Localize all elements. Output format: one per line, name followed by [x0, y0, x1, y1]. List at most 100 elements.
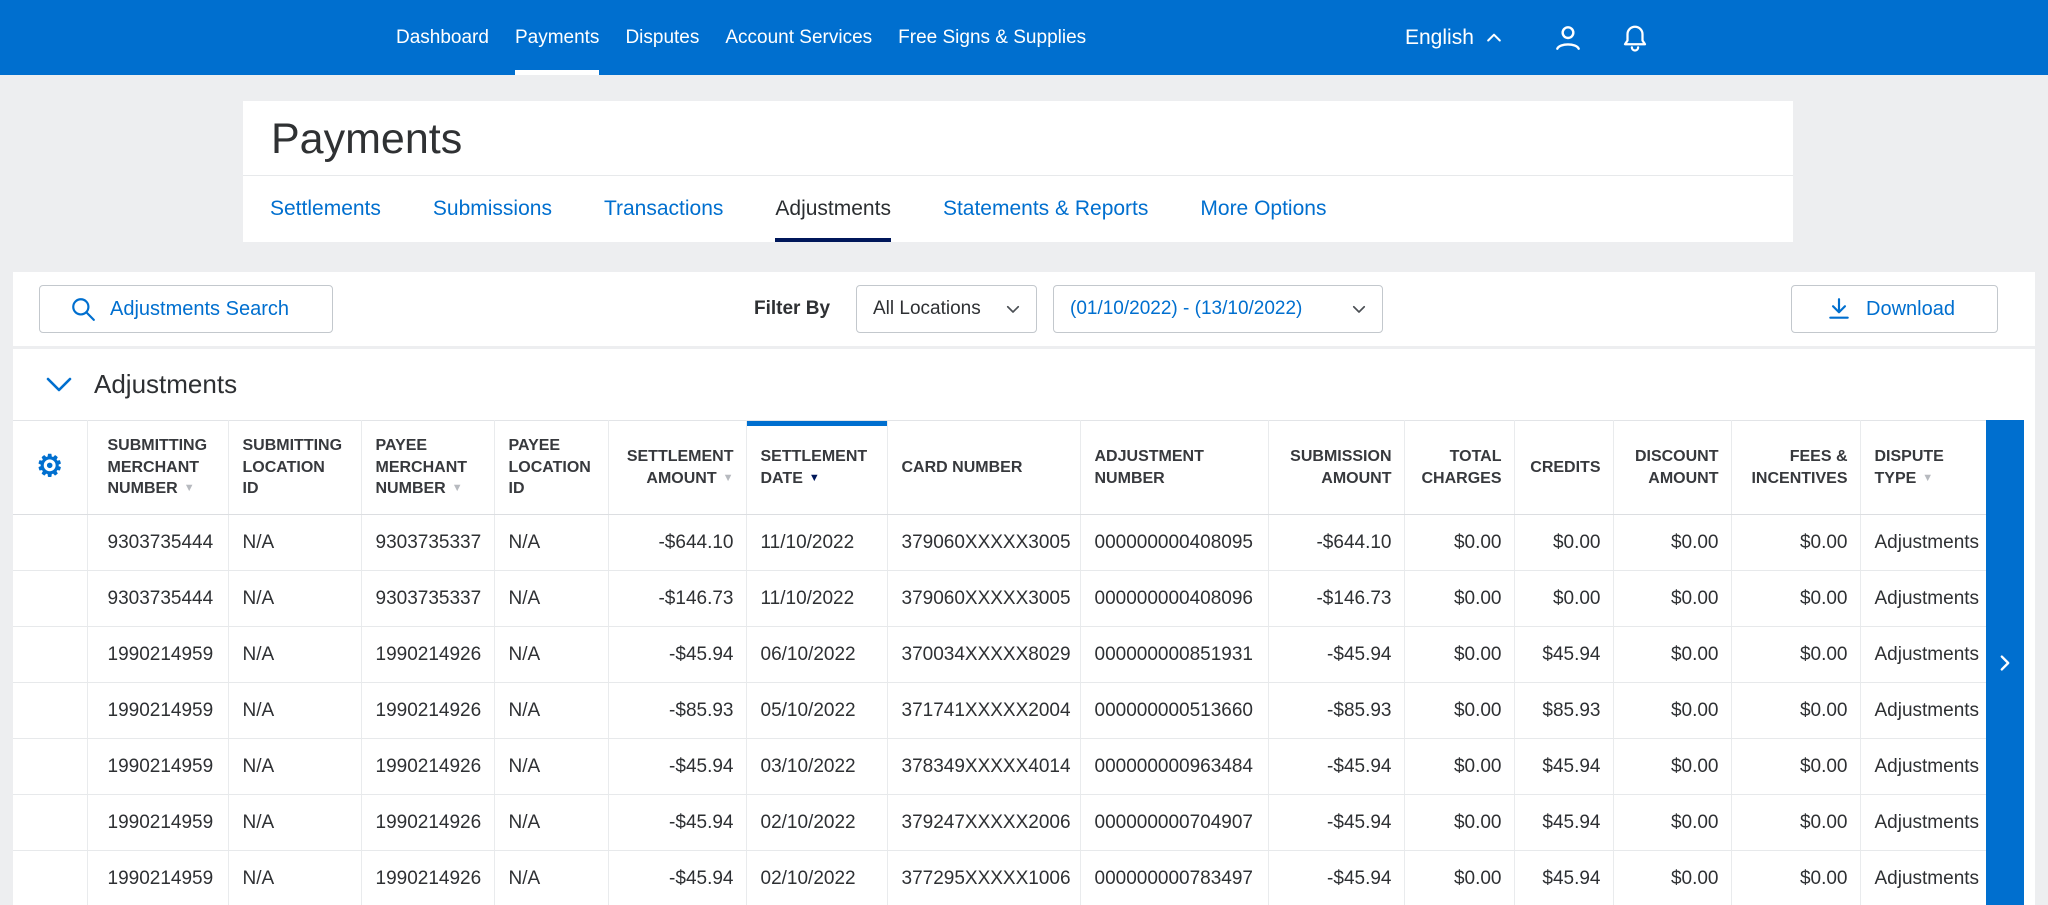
- cell-submitting-location-id: N/A: [228, 571, 361, 627]
- table-row: 1990214959N/A1990214926N/A-$45.9402/10/2…: [13, 795, 1986, 851]
- column-header-total-charges[interactable]: TOTAL CHARGES: [1404, 421, 1514, 515]
- location-filter-select[interactable]: All Locations: [856, 285, 1037, 333]
- cell-dispute-type: Adjustments: [1860, 739, 1986, 795]
- cell-submitting-merchant-number: 1990214959: [87, 739, 228, 795]
- column-header-discount-amount[interactable]: DISCOUNT AMOUNT: [1613, 421, 1731, 515]
- cell-credits: $0.00: [1514, 515, 1613, 571]
- cell-discount-amount: $0.00: [1613, 851, 1731, 905]
- cell-submission-amount: -$45.94: [1268, 795, 1404, 851]
- cell-dispute-type: Adjustments: [1860, 683, 1986, 739]
- cell-payee-merchant-number: 1990214926: [361, 795, 494, 851]
- bell-icon: [1620, 22, 1650, 54]
- download-button[interactable]: Download: [1791, 285, 1998, 333]
- column-header-submitting-location-id[interactable]: SUBMITTING LOCATION ID: [228, 421, 361, 515]
- table-settings-cell: ⚙: [13, 421, 87, 515]
- collapse-section-button[interactable]: [46, 377, 72, 393]
- column-header-payee-location-id[interactable]: PAYEE LOCATION ID: [494, 421, 608, 515]
- cell-credits: $0.00: [1514, 571, 1613, 627]
- nav-item-free-signs-supplies[interactable]: Free Signs & Supplies: [898, 0, 1086, 75]
- cell-discount-amount: $0.00: [1613, 627, 1731, 683]
- cell-settlement-date: 03/10/2022: [746, 739, 887, 795]
- tab-submissions[interactable]: Submissions: [433, 176, 552, 242]
- tab-more-options[interactable]: More Options: [1200, 176, 1326, 242]
- table-settings-gear-icon[interactable]: ⚙: [36, 452, 63, 482]
- cell-total-charges: $0.00: [1404, 683, 1514, 739]
- column-label: SUBMISSION AMOUNT: [1290, 448, 1391, 487]
- tab-adjustments[interactable]: Adjustments: [775, 176, 891, 242]
- adjustments-search-button[interactable]: Adjustments Search: [39, 285, 333, 333]
- cell-submitting-merchant-number: 1990214959: [87, 627, 228, 683]
- cell-submitting-location-id: N/A: [228, 795, 361, 851]
- user-icon: [1552, 22, 1584, 54]
- date-range-select[interactable]: (01/10/2022) - (13/10/2022): [1053, 285, 1383, 333]
- chevron-up-icon: [1484, 28, 1504, 48]
- language-label: English: [1405, 26, 1474, 50]
- user-profile-button[interactable]: [1552, 22, 1584, 54]
- cell-payee-location-id: N/A: [494, 795, 608, 851]
- nav-item-account-services[interactable]: Account Services: [725, 0, 872, 75]
- chevron-down-icon: [1004, 300, 1022, 318]
- cell-submission-amount: -$644.10: [1268, 515, 1404, 571]
- column-header-submission-amount[interactable]: SUBMISSION AMOUNT: [1268, 421, 1404, 515]
- download-label: Download: [1866, 298, 1955, 321]
- column-header-dispute-type[interactable]: DISPUTE TYPE▼: [1860, 421, 1986, 515]
- cell-submitting-location-id: N/A: [228, 515, 361, 571]
- tab-transactions[interactable]: Transactions: [604, 176, 723, 242]
- nav-item-dashboard[interactable]: Dashboard: [396, 0, 489, 75]
- cell-settlement-date: 05/10/2022: [746, 683, 887, 739]
- nav-item-disputes[interactable]: Disputes: [625, 0, 699, 75]
- language-selector[interactable]: English: [1405, 26, 1504, 50]
- column-header-settlement-date[interactable]: SETTLEMENT DATE▼: [746, 421, 887, 515]
- table-row: 1990214959N/A1990214926N/A-$45.9402/10/2…: [13, 851, 1986, 905]
- cell-dispute-type: Adjustments: [1860, 795, 1986, 851]
- cell-fees-incentives: $0.00: [1731, 739, 1860, 795]
- filters-toolbar: Adjustments Search Filter By All Locatio…: [13, 272, 2035, 346]
- cell-submitting-merchant-number: 1990214959: [87, 795, 228, 851]
- cell-discount-amount: $0.00: [1613, 571, 1731, 627]
- column-label: DISCOUNT AMOUNT: [1635, 448, 1719, 487]
- cell-card-number: 379247XXXXX2006: [887, 795, 1080, 851]
- cell-card-number: 370034XXXXX8029: [887, 627, 1080, 683]
- cell-submitting-location-id: N/A: [228, 627, 361, 683]
- download-icon: [1826, 296, 1852, 322]
- nav-item-payments[interactable]: Payments: [515, 0, 599, 75]
- notifications-button[interactable]: [1620, 22, 1650, 54]
- cell-card-number: 377295XXXXX1006: [887, 851, 1080, 905]
- nav-right: English: [1405, 0, 1650, 75]
- cell-dispute-type: Adjustments: [1860, 515, 1986, 571]
- table-row: 1990214959N/A1990214926N/A-$85.9305/10/2…: [13, 683, 1986, 739]
- cell-discount-amount: $0.00: [1613, 515, 1731, 571]
- column-header-submitting-merchant-number[interactable]: SUBMITTING MERCHANT NUMBER▼: [87, 421, 228, 515]
- tab-statements-reports[interactable]: Statements & Reports: [943, 176, 1148, 242]
- chevron-down-icon: [46, 377, 72, 393]
- cell-settlement-amount: -$146.73: [608, 571, 746, 627]
- cell-adjustment-number: 000000000408096: [1080, 571, 1268, 627]
- cell-settlement-date: 02/10/2022: [746, 851, 887, 905]
- row-gear-spacer: [13, 627, 87, 683]
- tab-settlements[interactable]: Settlements: [270, 176, 381, 242]
- cell-card-number: 371741XXXXX2004: [887, 683, 1080, 739]
- column-header-card-number[interactable]: CARD NUMBER: [887, 421, 1080, 515]
- column-header-settlement-amount[interactable]: SETTLEMENT AMOUNT▼: [608, 421, 746, 515]
- cell-payee-location-id: N/A: [494, 683, 608, 739]
- cell-discount-amount: $0.00: [1613, 683, 1731, 739]
- cell-submitting-merchant-number: 9303735444: [87, 515, 228, 571]
- cell-submission-amount: -$45.94: [1268, 627, 1404, 683]
- cell-payee-merchant-number: 9303735337: [361, 515, 494, 571]
- cell-payee-merchant-number: 1990214926: [361, 627, 494, 683]
- cell-credits: $45.94: [1514, 851, 1613, 905]
- adjustments-search-label: Adjustments Search: [110, 298, 289, 321]
- column-header-fees-incentives[interactable]: FEES & INCENTIVES: [1731, 421, 1860, 515]
- cell-settlement-amount: -$45.94: [608, 627, 746, 683]
- column-header-adjustment-number[interactable]: ADJUSTMENT NUMBER: [1080, 421, 1268, 515]
- scroll-right-strip[interactable]: [1986, 420, 2024, 905]
- cell-submission-amount: -$146.73: [1268, 571, 1404, 627]
- column-label: SUBMITTING LOCATION ID: [243, 437, 343, 497]
- cell-fees-incentives: $0.00: [1731, 851, 1860, 905]
- column-label: SETTLEMENT AMOUNT: [627, 448, 734, 487]
- column-header-payee-merchant-number[interactable]: PAYEE MERCHANT NUMBER▼: [361, 421, 494, 515]
- column-label: TOTAL CHARGES: [1421, 448, 1501, 487]
- sort-caret-icon: ▼: [452, 482, 463, 494]
- merchant-portal-app: Dashboard Payments Disputes Account Service…: [0, 0, 2048, 905]
- column-header-credits[interactable]: CREDITS: [1514, 421, 1613, 515]
